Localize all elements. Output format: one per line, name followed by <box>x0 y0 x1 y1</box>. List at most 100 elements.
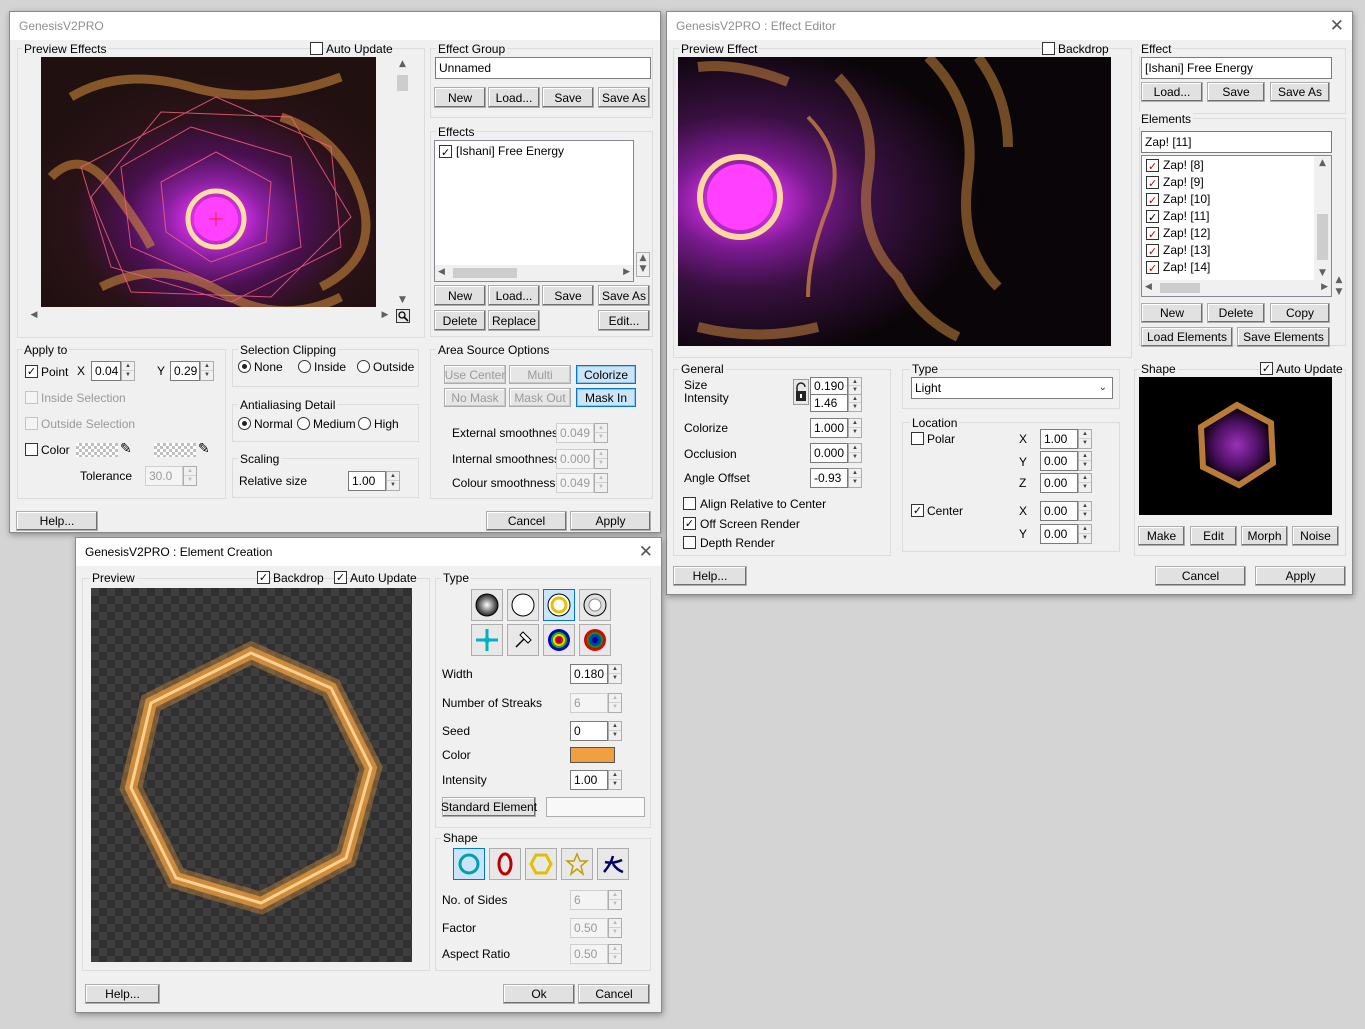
type-rainbow-button[interactable] <box>543 624 575 656</box>
use-center-button[interactable]: Use Center <box>444 365 506 384</box>
effects-load-button[interactable]: Load... <box>488 285 540 306</box>
type-streak-button[interactable] <box>471 624 503 656</box>
type-spectrum-button[interactable] <box>579 624 611 656</box>
element-preview-canvas[interactable] <box>91 588 412 962</box>
angle-offset-input[interactable]: -0.93 <box>810 468 848 488</box>
loc-z1-spinner[interactable]: ▲ ▼ <box>1078 473 1092 493</box>
preview-hscroll-left[interactable]: ◀ <box>29 310 39 320</box>
list-item[interactable]: Zap! [11] <box>1142 208 1331 226</box>
main-preview-canvas[interactable] <box>41 57 376 307</box>
seed-input[interactable]: 0 <box>570 721 608 741</box>
type-select[interactable]: Light ⌄ <box>911 377 1113 399</box>
element-enabled-checkbox[interactable] <box>1146 260 1159 277</box>
list-item[interactable]: [Ishani] Free Energy <box>435 143 633 161</box>
shape-star-button[interactable] <box>561 848 593 880</box>
point-y-spinner[interactable]: ▲ ▼ <box>200 361 214 381</box>
element-auto-update-checkbox[interactable]: ✓ <box>334 571 347 584</box>
element-delete-button[interactable]: Delete <box>1207 303 1265 323</box>
shape-make-button[interactable]: Make <box>1138 526 1185 546</box>
effects-vscroll[interactable]: ▲ ▼ <box>636 252 650 277</box>
multi-button[interactable]: Multi <box>509 365 571 384</box>
type-disc-button[interactable] <box>507 589 539 621</box>
effect-preview-canvas[interactable] <box>678 57 1111 346</box>
point-y-input[interactable]: 0.29 <box>170 361 200 381</box>
occlusion-input[interactable]: 0.000 <box>810 443 848 463</box>
loc-x1-input[interactable]: 1.00 <box>1040 429 1078 449</box>
factor-input[interactable]: 0.50 <box>570 918 608 938</box>
save-elements-button[interactable]: Save Elements <box>1237 327 1330 347</box>
effect-group-save-button[interactable]: Save <box>542 87 594 108</box>
element-intensity-spinner[interactable]: ▲ ▼ <box>608 770 622 790</box>
color-checkbox[interactable] <box>25 443 38 456</box>
shape-edit-button[interactable]: Edit <box>1190 526 1237 546</box>
loc-z1-input[interactable]: 0.00 <box>1040 473 1078 493</box>
mask-out-button[interactable]: Mask Out <box>509 388 571 407</box>
shape-circle-button[interactable] <box>453 848 485 880</box>
effect-enabled-checkbox[interactable] <box>439 144 452 161</box>
element-enabled-checkbox[interactable] <box>1146 158 1159 175</box>
auto-update-checkbox[interactable] <box>310 42 323 55</box>
elements-outer-scroll[interactable]: ▲ ▼ <box>1333 274 1345 298</box>
list-item[interactable]: Zap! [8] <box>1142 157 1331 175</box>
clipping-none-radio[interactable] <box>238 360 251 373</box>
shape-polygon-button[interactable] <box>525 848 557 880</box>
angle-offset-spinner[interactable]: ▲ ▼ <box>848 468 862 488</box>
internal-smoothness-spinner[interactable]: ▲ ▼ <box>594 449 608 469</box>
mask-in-button[interactable]: Mask In <box>576 388 636 407</box>
effect-save-button[interactable]: Save <box>1207 82 1265 102</box>
shape-ellipse-button[interactable] <box>489 848 521 880</box>
depth-render-checkbox[interactable] <box>683 536 696 549</box>
effect-group-name-input[interactable]: Unnamed <box>435 57 651 79</box>
shape-morph-button[interactable]: Morph <box>1241 526 1288 546</box>
effects-list[interactable]: [Ishani] Free Energy ◀ ▶ <box>434 140 634 282</box>
preview-hscroll-right[interactable]: ▶ <box>380 310 390 320</box>
element-copy-button[interactable]: Copy <box>1270 303 1330 323</box>
loc-y2-spinner[interactable]: ▲ ▼ <box>1078 524 1092 544</box>
effect-group-load-button[interactable]: Load... <box>488 87 540 108</box>
loc-x2-input[interactable]: 0.00 <box>1040 501 1078 521</box>
shape-auto-update-checkbox[interactable]: ✓ <box>1260 362 1273 375</box>
element-new-button[interactable]: New <box>1141 303 1203 323</box>
element-backdrop-checkbox[interactable]: ✓ <box>257 571 270 584</box>
no-mask-button[interactable]: No Mask <box>444 388 506 407</box>
elements-hscrollbar[interactable]: ◀ ▶ <box>1142 280 1331 296</box>
element-enabled-checkbox[interactable] <box>1146 192 1159 209</box>
factor-spinner[interactable]: ▲ ▼ <box>608 918 622 938</box>
load-elements-button[interactable]: Load Elements <box>1141 327 1233 347</box>
aspect-spinner[interactable]: ▲ ▼ <box>608 944 622 964</box>
eyedropper-icon[interactable]: ✎ <box>198 441 210 457</box>
element-help-button[interactable]: Help... <box>85 984 160 1004</box>
lock-icon[interactable] <box>793 379 809 405</box>
loc-x1-spinner[interactable]: ▲ ▼ <box>1078 429 1092 449</box>
effects-edit-button[interactable]: Edit... <box>598 310 650 331</box>
antialias-medium-radio[interactable] <box>297 417 310 430</box>
color-swatch-1[interactable] <box>76 443 118 457</box>
loc-y2-input[interactable]: 0.00 <box>1040 524 1078 544</box>
editor-cancel-button[interactable]: Cancel <box>1155 566 1246 586</box>
element-ok-button[interactable]: Ok <box>503 984 575 1004</box>
element-intensity-input[interactable]: 1.00 <box>570 770 608 790</box>
streaks-input[interactable]: 6 <box>570 693 608 713</box>
point-checkbox[interactable]: ✓ <box>25 365 38 378</box>
point-x-spinner[interactable]: ▲ ▼ <box>121 361 135 381</box>
effects-hscrollbar[interactable]: ◀ ▶ <box>435 265 633 281</box>
intensity-spinner[interactable]: ▲ ▼ <box>848 394 862 412</box>
aspect-input[interactable]: 0.50 <box>570 944 608 964</box>
standard-element-button[interactable]: Standard Element <box>441 797 537 817</box>
main-cancel-button[interactable]: Cancel <box>486 511 567 531</box>
clipping-inside-radio[interactable] <box>298 360 311 373</box>
effects-new-button[interactable]: New <box>434 285 486 306</box>
effect-group-saveas-button[interactable]: Save As <box>598 87 650 108</box>
effects-delete-button[interactable]: Delete <box>434 310 486 331</box>
size-input[interactable]: 0.190 <box>810 377 848 395</box>
width-input[interactable]: 0.180 <box>570 664 608 684</box>
elements-vscrollbar[interactable]: ▲ ▼ <box>1314 156 1331 280</box>
sides-input[interactable]: 6 <box>570 890 608 910</box>
offscreen-render-checkbox[interactable]: ✓ <box>683 517 696 530</box>
color-swatch-2[interactable] <box>154 443 196 457</box>
shape-spiral-button[interactable] <box>597 848 629 880</box>
element-color-swatch[interactable] <box>570 747 615 763</box>
list-item[interactable]: Zap! [13] <box>1142 242 1331 260</box>
effect-saveas-button[interactable]: Save As <box>1270 82 1330 102</box>
intensity-input[interactable]: 1.46 <box>810 394 848 412</box>
